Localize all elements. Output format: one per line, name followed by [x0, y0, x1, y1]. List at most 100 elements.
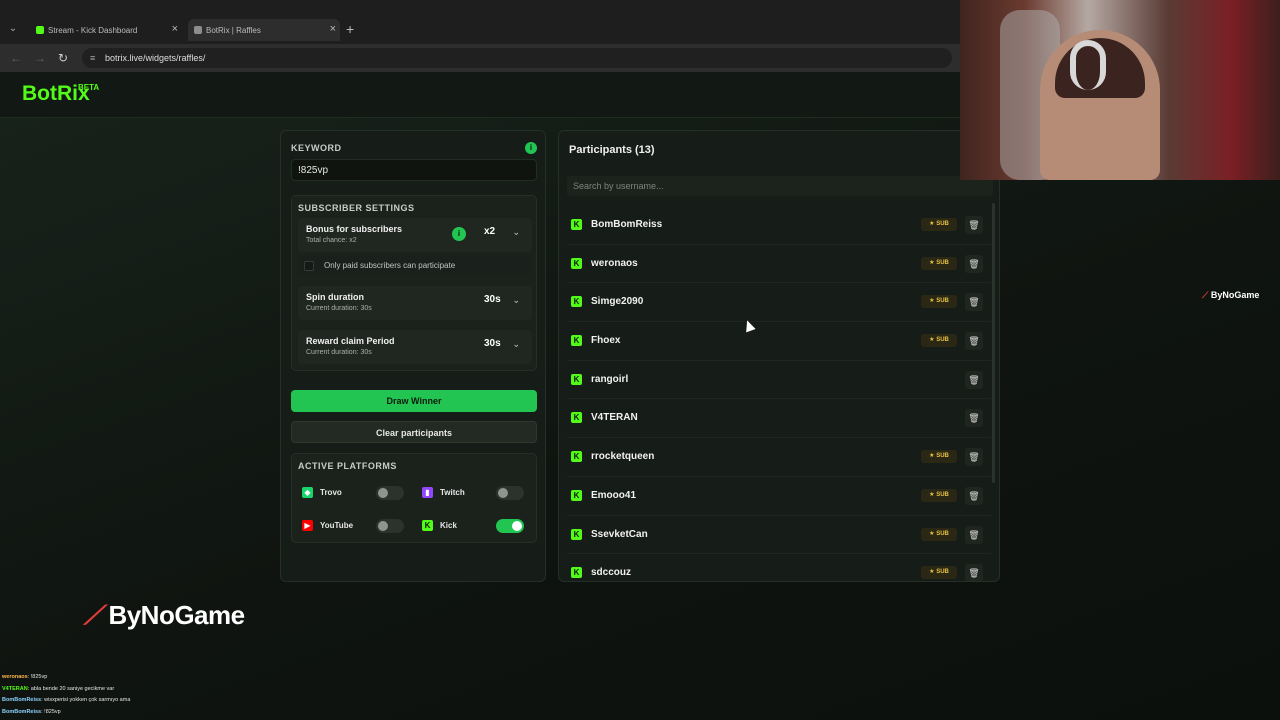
trash-icon[interactable]: 🗑 [965, 254, 983, 273]
participant-name: rrocketqueen [591, 451, 655, 463]
participants-panel: Participants (13) KBomBomReiss★ SUB🗑Kwer… [558, 130, 1000, 582]
youtube-toggle[interactable] [376, 519, 404, 533]
reward-label: Reward claim Period [306, 336, 395, 346]
botrix-logo[interactable]: BotRix BETA [22, 82, 99, 106]
trash-icon[interactable]: 🗑 [965, 370, 983, 389]
sub-badge-label: SUB [936, 453, 949, 460]
spin-duration-select[interactable]: 30s ⌄ [484, 294, 524, 312]
participant-row: K SsevketCan ★ SUB 🗑 [567, 516, 991, 555]
kick-icon: K [571, 489, 582, 501]
bynogame-brand-small: ⟋ ByNoGame [1202, 290, 1259, 301]
platform-trovo: ◆ Trovo [298, 481, 408, 505]
forward-arrow-icon[interactable]: → [34, 51, 46, 65]
sub-badge-label: SUB [936, 221, 949, 227]
new-tab-plus-icon[interactable]: + [346, 21, 354, 37]
reward-claim-select[interactable]: 30s ⌄ [484, 338, 524, 356]
participant-search-input[interactable] [567, 176, 993, 196]
platform-twitch: ▮ Twitch [418, 481, 528, 505]
participant-row: K BomBomReiss ★ SUB 🗑 [567, 206, 991, 245]
kick-icon: K [571, 296, 582, 308]
back-arrow-icon[interactable]: ← [10, 51, 22, 65]
chat-text: : !825vp [41, 708, 61, 715]
url-text: botrix.live/widgets/raffles/ [105, 53, 206, 63]
platform-name: Twitch [440, 488, 465, 497]
sub-badge-label: SUB [936, 298, 949, 305]
kick-icon: K [571, 219, 582, 230]
participant-scrollbar[interactable] [992, 203, 995, 483]
browser-tab-kick[interactable]: Stream - Kick Dashboard × [30, 19, 182, 41]
participant-list: K BomBomReiss ★ SUB 🗑 Kweronaos ★ SUB 🗑 K Simge2… [567, 206, 991, 581]
trash-icon[interactable]: 🗑 [965, 409, 983, 428]
chat-text: : !825vp [27, 674, 48, 680]
twitch-icon: ▮ [422, 487, 433, 498]
site-info-icon[interactable]: ≡ [90, 48, 95, 68]
chat-message: V4TERAN: abla bende 20 saniye gecikme va… [2, 686, 302, 698]
tab-search-chevron-icon[interactable]: ⌄ [6, 22, 20, 36]
tab-close-icon[interactable]: × [172, 23, 178, 35]
spin-value: 30s [484, 294, 501, 305]
spin-duration-setting: Spin duration Current duration: 30s 30s … [298, 286, 532, 320]
chat-user: V4TERAN [2, 685, 28, 692]
active-platforms-title: ACTIVE PLATFORMS [298, 461, 397, 471]
sub-badge-label: SUB [936, 530, 949, 537]
browser-tab-botrix[interactable]: BotRix | Raffles × [188, 19, 340, 41]
trash-icon[interactable]: 🗑 [965, 293, 983, 312]
kick-icon: K [571, 373, 582, 385]
trash-icon[interactable]: 🗑 [965, 216, 983, 234]
trash-icon[interactable]: 🗑 [965, 332, 983, 351]
platform-name: YouTube [320, 521, 354, 530]
sub-badge-label: SUB [936, 569, 949, 576]
chat-message: BomBomReiss: !825vp [2, 709, 302, 720]
bonus-setting: Bonus for subscribers Total chance: x2 i… [298, 218, 532, 252]
kick-toggle[interactable] [496, 519, 524, 533]
keyword-input[interactable] [291, 159, 537, 181]
headset-icon [1070, 40, 1106, 90]
trash-icon[interactable]: 🗑 [965, 525, 983, 544]
reload-icon[interactable]: ↻ [58, 51, 68, 65]
keyword-info-icon[interactable]: i [525, 142, 537, 154]
kick-icon: K [571, 528, 582, 540]
bonus-select[interactable]: x2 ⌄ [484, 226, 524, 244]
platform-name: Trovo [320, 488, 342, 497]
kick-favicon-icon [36, 26, 44, 34]
brand-text: ByNoGame [1210, 290, 1260, 300]
bonus-info-icon[interactable]: i [452, 227, 466, 241]
active-platforms: ACTIVE PLATFORMS ◆ Trovo ▮ Twitch ▶ YouT… [291, 453, 537, 543]
trash-icon[interactable]: 🗑 [965, 448, 983, 467]
trovo-toggle[interactable] [376, 486, 404, 500]
kick-icon: K [422, 520, 433, 531]
participant-row: K Simge2090 ★ SUB 🗑 [567, 283, 991, 323]
participant-name: SsevketCan [591, 528, 648, 540]
trash-icon[interactable]: 🗑 [965, 564, 983, 581]
reward-sub: Current duration: 30s [306, 349, 372, 356]
participant-row: K Emooo41 ★ SUB 🗑 [567, 477, 991, 516]
bynogame-logo-icon: ⟋ [84, 600, 102, 630]
draw-winner-button[interactable]: Draw Winner [291, 390, 537, 412]
twitch-toggle[interactable] [496, 486, 524, 500]
sub-badge: ★ SUB [921, 218, 957, 231]
clear-participants-button[interactable]: Clear participants [291, 421, 537, 443]
only-paid-label: Only paid subscribers can participate [324, 261, 456, 270]
kick-icon: K [571, 451, 582, 463]
bonus-value: x2 [484, 226, 496, 237]
only-paid-row[interactable]: Only paid subscribers can participate [298, 256, 532, 276]
tab-close-icon[interactable]: × [330, 23, 336, 35]
sub-badge: ★ SUB [921, 295, 957, 309]
chat-text: : abla bende 20 saniye gecikme var [27, 685, 115, 692]
url-field[interactable]: ≡ botrix.live/widgets/raffles/ [82, 48, 952, 68]
participants-title: Participants (13) [569, 144, 655, 156]
participant-row: Krangoirl 🗑 [567, 361, 991, 400]
platform-name: Kick [440, 521, 457, 530]
sub-badge: ★ SUB [921, 566, 957, 580]
participant-name: Fhoex [591, 335, 621, 347]
participant-row: Kweronaos ★ SUB 🗑 [567, 245, 991, 284]
bynogame-brand-large: ⟋ ByNoGame [84, 600, 245, 632]
tab-label: BotRix | Raffles [206, 25, 261, 35]
trash-icon[interactable]: 🗑 [965, 486, 983, 505]
participant-row: K V4TERAN 🗑 [567, 399, 991, 439]
reward-claim-setting: Reward claim Period Current duration: 30… [298, 330, 532, 364]
only-paid-checkbox[interactable] [304, 261, 314, 271]
reward-value: 30s [484, 338, 501, 349]
brand-text: ByNoGame [108, 600, 245, 630]
trovo-icon: ◆ [302, 487, 313, 498]
